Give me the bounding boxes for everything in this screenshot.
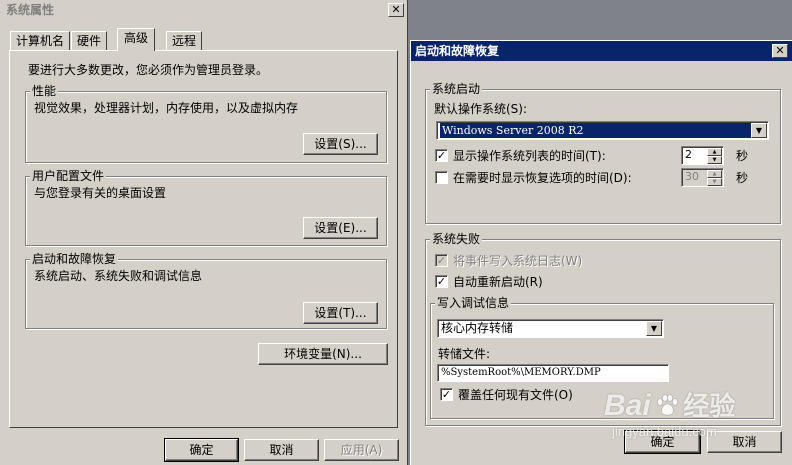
system-failure-label: 系统失败: [430, 232, 483, 246]
auto-restart-checkbox[interactable]: ✓: [435, 275, 448, 288]
system-startup-label: 系统启动: [430, 82, 483, 96]
user-profile-settings-button[interactable]: 设置(E)...: [303, 217, 378, 239]
watermark-suffix: 经验: [683, 391, 736, 421]
advanced-tab-panel: 要进行大多数更改，您必须作为管理员登录。 性能 视觉效果，处理器计划，内存使用，…: [9, 50, 398, 428]
watermark-url: jingyan.baidu.com: [612, 424, 717, 439]
write-event-label: 将事件写入系统日志(W): [453, 254, 583, 268]
auto-restart-label: 自动重新启动(R): [453, 275, 543, 289]
default-os-label: 默认操作系统(S):: [434, 102, 528, 116]
dump-file-label: 转储文件:: [438, 347, 491, 361]
system-properties-titlebar[interactable]: 系统属性: [0, 0, 407, 20]
debug-info-label: 写入调试信息: [435, 296, 512, 310]
user-profile-group-label: 用户配置文件: [30, 169, 107, 183]
tab-hardware[interactable]: 硬件: [71, 31, 108, 51]
ok-button[interactable]: 确定: [164, 438, 239, 462]
tab-label: 硬件: [77, 34, 102, 48]
apply-button[interactable]: 应用(A): [324, 439, 399, 461]
admin-notice: 要进行大多数更改，您必须作为管理员登录。: [28, 63, 269, 77]
overwrite-label: 覆盖任何现有文件(O): [458, 388, 573, 402]
performance-group-label: 性能: [30, 84, 59, 98]
performance-group: 性能 视觉效果，处理器计划，内存使用，以及虚拟内存 设置(S)...: [25, 84, 387, 163]
cancel-button[interactable]: 取消: [707, 431, 782, 453]
dump-type-value: 核心内存转储: [441, 321, 514, 335]
window-title: 系统属性: [6, 3, 55, 17]
performance-settings-button[interactable]: 设置(S)...: [303, 133, 378, 155]
show-os-list-value: 2: [685, 148, 692, 161]
spin-up-icon[interactable]: ▲: [707, 170, 722, 178]
show-recovery-spinner[interactable]: 30 ▲ ▼: [681, 168, 724, 187]
spin-up-icon[interactable]: ▲: [707, 148, 722, 156]
show-os-list-label: 显示操作系统列表的时间(T):: [453, 149, 606, 163]
close-icon[interactable]: ✕: [388, 3, 404, 17]
dialog-titlebar[interactable]: 启动和故障恢复: [411, 41, 792, 61]
tab-label: 计算机名: [16, 34, 65, 48]
spinner-buttons[interactable]: ▲ ▼: [707, 170, 722, 186]
system-properties-window: 系统属性 ✕ 计算机名 硬件 高级 远程 要进行大多数更改，您必须作为管理员登录…: [0, 0, 408, 465]
cancel-button[interactable]: 取消: [244, 439, 319, 461]
dump-type-select[interactable]: 核心内存转储 ▼: [437, 319, 664, 338]
write-event-checkbox[interactable]: ✓: [435, 254, 448, 267]
default-os-select[interactable]: Windows Server 2008 R2 ▼: [436, 121, 769, 140]
performance-desc: 视觉效果，处理器计划，内存使用，以及虚拟内存: [34, 101, 299, 115]
show-recovery-value: 30: [685, 170, 699, 183]
startup-recovery-group-label: 启动和故障恢复: [30, 252, 119, 266]
show-os-list-checkbox[interactable]: ✓: [435, 149, 448, 162]
tab-label: 高级: [124, 31, 149, 45]
user-profile-group: 用户配置文件 与您登录有关的桌面设置 设置(E)...: [25, 169, 387, 246]
tab-computer-name[interactable]: 计算机名: [10, 31, 71, 51]
close-icon[interactable]: ✕: [772, 44, 788, 58]
dump-file-input[interactable]: %SystemRoot%\MEMORY.DMP: [437, 364, 669, 382]
startup-recovery-group: 启动和故障恢复 系统启动、系统失败和调试信息 设置(T)...: [25, 252, 387, 329]
chevron-down-icon[interactable]: ▼: [751, 123, 767, 138]
dialog-title: 启动和故障恢复: [415, 44, 500, 58]
spin-down-icon[interactable]: ▼: [707, 156, 722, 164]
environment-variables-button[interactable]: 环境变量(N)...: [258, 343, 388, 365]
watermark-brand: Bai: [604, 389, 651, 422]
seconds-label: 秒: [736, 149, 749, 163]
tab-advanced[interactable]: 高级: [117, 28, 156, 51]
user-profile-desc: 与您登录有关的桌面设置: [34, 186, 167, 200]
show-recovery-checkbox[interactable]: [435, 171, 448, 184]
overwrite-checkbox[interactable]: ✓: [440, 388, 453, 401]
spin-down-icon[interactable]: ▼: [707, 178, 722, 186]
show-recovery-label: 在需要时显示恢复选项的时间(D):: [453, 171, 632, 185]
system-startup-group: 系统启动 默认操作系统(S): Windows Server 2008 R2 ▼…: [425, 82, 781, 224]
startup-recovery-settings-button[interactable]: 设置(T)...: [303, 302, 378, 324]
startup-recovery-desc: 系统启动、系统失败和调试信息: [34, 269, 203, 283]
paw-icon: [657, 394, 679, 416]
tab-label: 远程: [172, 34, 197, 48]
tab-remote[interactable]: 远程: [166, 31, 203, 51]
baidu-watermark: Bai 经验: [604, 386, 735, 423]
spinner-buttons[interactable]: ▲ ▼: [707, 148, 722, 164]
show-os-list-spinner[interactable]: 2 ▲ ▼: [681, 146, 724, 165]
seconds-label: 秒: [736, 171, 749, 185]
chevron-down-icon[interactable]: ▼: [646, 321, 662, 336]
default-os-value: Windows Server 2008 R2: [440, 123, 751, 138]
